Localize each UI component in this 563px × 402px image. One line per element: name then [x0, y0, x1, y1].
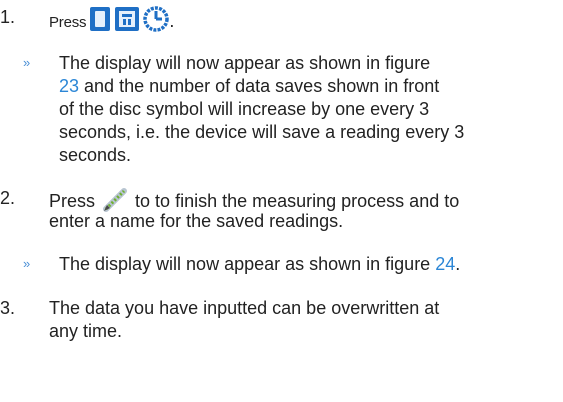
step-number-2: 2. — [0, 188, 16, 208]
step-1-trailing: . — [169, 11, 175, 31]
step-3-line-2: any time. — [49, 321, 123, 341]
result-2-text: The display will now appear as shown in … — [59, 254, 461, 274]
step-1-icons — [89, 6, 170, 37]
step-1-label: Press — [49, 14, 87, 31]
step-number-1: 1. — [0, 7, 16, 27]
result-marker-1: » — [23, 55, 31, 70]
result-marker-2: » — [23, 256, 31, 271]
phone-battery-icon — [89, 6, 111, 37]
step-number-3: 3. — [0, 298, 16, 318]
instruction-page: 1. Press . » The display will now appear… — [0, 0, 563, 402]
figure-23-link[interactable]: 23 — [59, 76, 79, 96]
clock-timer-icon — [143, 6, 170, 37]
step-2-line-2: enter a name for the saved readings. — [49, 211, 344, 231]
result-1-line-1: The display will now appear as shown in … — [59, 53, 431, 73]
result-1-line-5: seconds. — [59, 145, 132, 165]
result-1-line-4: seconds, i.e. the device will save a rea… — [59, 122, 465, 142]
figure-24-link[interactable]: 24 — [435, 254, 455, 274]
step-3-line-1: The data you have inputted can be overwr… — [49, 298, 440, 318]
step-1-text: Press . — [49, 6, 174, 37]
save-disc-icon — [114, 6, 140, 37]
result-1-line-3: of the disc symbol will increase by one … — [59, 99, 430, 119]
result-1-line-2: 23 and the number of data saves shown in… — [59, 76, 440, 96]
